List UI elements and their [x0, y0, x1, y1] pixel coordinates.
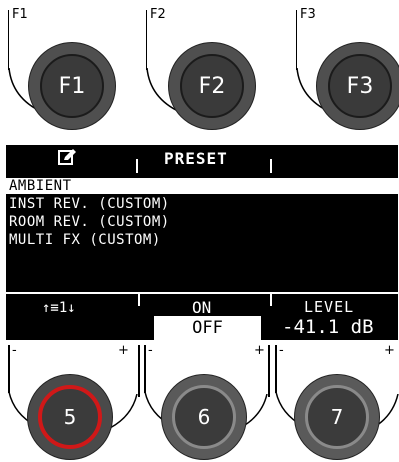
bar-divider — [138, 294, 140, 306]
dial-5-knob[interactable]: 5 — [27, 374, 113, 460]
bar-divider — [270, 294, 272, 306]
f3-button-cap: F3 — [328, 54, 392, 118]
dial-5-bracket — [8, 345, 10, 393]
scroll-indicator: ↑≡1↓ — [42, 300, 76, 316]
dial-6-cap: 6 — [172, 385, 236, 449]
screen-bottom-bar: ↑≡1↓ ON OFF LEVEL -41.1 dB — [6, 294, 398, 340]
f3-bracket — [296, 10, 297, 70]
header-divider — [136, 159, 138, 173]
edit-icon[interactable] — [58, 148, 78, 166]
dial-6-knob[interactable]: 6 — [161, 374, 247, 460]
screen-header: PRESET — [6, 145, 398, 173]
preset-list: AMBIENT INST REV. (CUSTOM) ROOM REV. (CU… — [6, 178, 398, 278]
header-divider — [270, 159, 272, 173]
dial-6-bracket — [144, 345, 146, 393]
f2-button-cap: F2 — [180, 54, 244, 118]
list-item-room-rev[interactable]: ROOM REV. (CUSTOM) — [6, 214, 398, 230]
lcd-screen: PRESET AMBIENT INST REV. (CUSTOM) ROOM R… — [6, 145, 398, 340]
dial-5-plus: + — [118, 343, 129, 358]
f1-bracket — [8, 10, 9, 70]
dial-7-knob[interactable]: 7 — [294, 374, 380, 460]
list-item-ambient[interactable]: AMBIENT — [6, 178, 398, 194]
f1-button-cap: F1 — [40, 54, 104, 118]
dial-7-bracket — [275, 345, 277, 393]
f3-label: F3 — [300, 7, 316, 22]
dial-5-cap: 5 — [38, 385, 102, 449]
dial-divider — [268, 345, 270, 397]
off-option-selected[interactable]: OFF — [154, 316, 261, 340]
level-label: LEVEL — [304, 298, 355, 316]
dial-5-minus: - — [12, 343, 17, 358]
screen-title: PRESET — [164, 149, 228, 168]
f2-bracket — [146, 10, 147, 70]
dial-7-plus: + — [384, 343, 395, 358]
f2-button[interactable]: F2 — [168, 42, 256, 130]
dial-6-plus: + — [254, 343, 265, 358]
dial-divider — [138, 345, 140, 397]
f1-button[interactable]: F1 — [28, 42, 116, 130]
dial-7-minus: - — [279, 343, 284, 358]
list-item-multi-fx[interactable]: MULTI FX (CUSTOM) — [6, 232, 398, 248]
f2-label: F2 — [150, 7, 166, 22]
level-value: -41.1 dB — [282, 316, 374, 338]
on-option[interactable]: ON — [192, 298, 211, 317]
list-item-inst-rev[interactable]: INST REV. (CUSTOM) — [6, 196, 398, 212]
f1-label: F1 — [12, 7, 28, 22]
dial-7-cap: 7 — [305, 385, 369, 449]
f3-button[interactable]: F3 — [316, 42, 399, 130]
dial-6-minus: - — [148, 343, 153, 358]
